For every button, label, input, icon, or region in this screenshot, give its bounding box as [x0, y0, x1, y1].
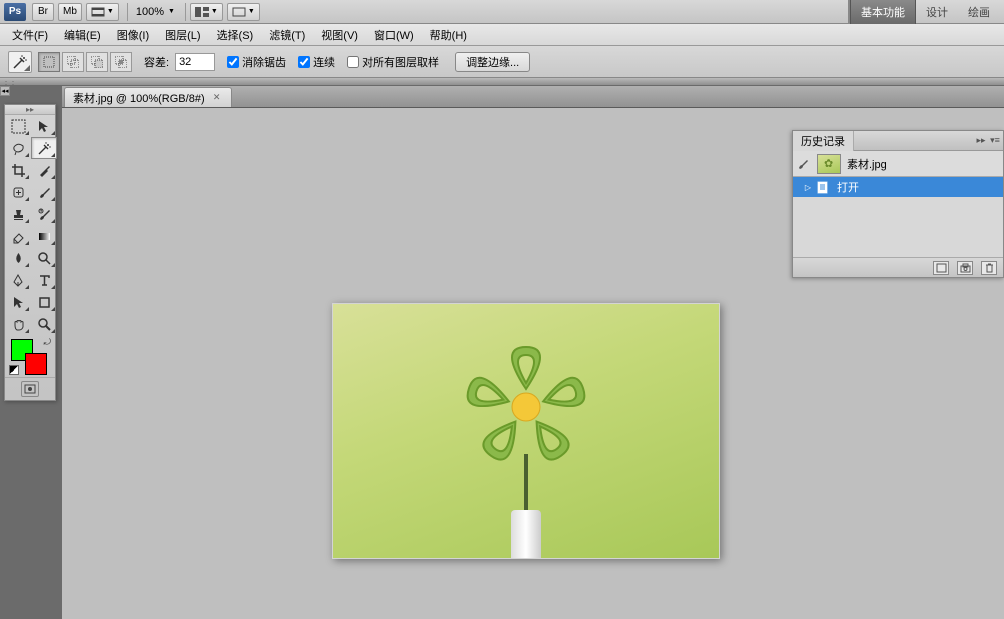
filmstrip-icon: [91, 7, 105, 17]
tool-path-select[interactable]: [5, 291, 31, 313]
background-color[interactable]: [25, 353, 47, 375]
bridge-button[interactable]: Br: [32, 3, 54, 21]
menu-file[interactable]: 文件(F): [4, 25, 56, 45]
tool-stamp[interactable]: [5, 203, 31, 225]
canvas[interactable]: [332, 303, 720, 559]
tool-history-brush[interactable]: [31, 203, 57, 225]
document-tab-title: 素材.jpg @ 100%(RGB/8#): [73, 90, 205, 106]
options-bar: 容差: 消除锯齿 连续 对所有图层取样 调整边缘...: [0, 46, 1004, 78]
ps-logo-icon: Ps: [4, 3, 26, 21]
arrange-documents-button[interactable]: ▼: [190, 3, 223, 21]
new-snapshot-icon[interactable]: [957, 261, 973, 275]
image-vase: [511, 510, 541, 559]
panel-menu-icon[interactable]: ▾≡: [989, 135, 1001, 146]
magic-wand-icon: [12, 54, 28, 70]
tool-hand[interactable]: [5, 313, 31, 335]
tool-marquee[interactable]: [5, 115, 31, 137]
main-area: ◂◂ ▸▸ ⤾: [0, 86, 1004, 619]
history-panel-footer: [793, 257, 1003, 277]
screen-mode-button[interactable]: ▼: [227, 3, 260, 21]
document-tab[interactable]: 素材.jpg @ 100%(RGB/8#) ✕: [64, 87, 232, 107]
menu-help[interactable]: 帮助(H): [422, 25, 475, 45]
history-state-open[interactable]: ▷ 打开: [793, 177, 1003, 197]
tool-shape[interactable]: [31, 291, 57, 313]
selection-new[interactable]: [38, 52, 60, 72]
tolerance-input[interactable]: [175, 53, 215, 71]
tool-eraser[interactable]: [5, 225, 31, 247]
history-panel: 历史记录 ▸▸ ▾≡ 素材.jpg ▷: [792, 130, 1004, 278]
menu-image[interactable]: 图像(I): [109, 25, 157, 45]
tool-eyedropper[interactable]: [31, 159, 57, 181]
panel-collapse-knob[interactable]: ◂◂: [0, 86, 10, 96]
tool-type[interactable]: [31, 269, 57, 291]
current-tool-preset[interactable]: [8, 51, 32, 73]
menu-window[interactable]: 窗口(W): [366, 25, 422, 45]
options-divider: ⋮⋮: [0, 78, 1004, 86]
menu-bar: 文件(F) 编辑(E) 图像(I) 图层(L) 选择(S) 滤镜(T) 视图(V…: [0, 24, 1004, 46]
tool-crop[interactable]: [5, 159, 31, 181]
zoom-level-dropdown[interactable]: 100%▼: [136, 6, 177, 18]
default-colors-icon[interactable]: [9, 365, 19, 375]
document-area: 素材.jpg @ 100%(RGB/8#) ✕: [62, 86, 1004, 619]
minibridge-button[interactable]: Mb: [58, 3, 82, 21]
workspace-paint[interactable]: 绘画: [958, 0, 1000, 24]
color-swatches: ⤾: [5, 335, 55, 377]
tool-brush[interactable]: [31, 181, 57, 203]
history-state-marker-icon: ▷: [797, 183, 811, 192]
menu-select[interactable]: 选择(S): [209, 25, 262, 45]
chevron-down-icon: ▼: [248, 8, 255, 15]
close-tab-icon[interactable]: ✕: [211, 92, 223, 104]
image-flower: [451, 332, 601, 482]
tools-panel: ▸▸ ⤾: [4, 104, 56, 401]
view-extras-button[interactable]: ▼: [86, 3, 119, 21]
tools-panel-handle[interactable]: ▸▸: [5, 105, 55, 115]
chevron-down-icon: ▼: [168, 8, 175, 15]
tool-lasso[interactable]: [5, 137, 31, 159]
snapshot-thumbnail: [817, 154, 841, 174]
panel-collapse-icon[interactable]: ▸▸: [975, 135, 987, 146]
tool-magic-wand[interactable]: [31, 137, 57, 159]
history-panel-tab[interactable]: 历史记录: [793, 131, 854, 151]
quick-mask-toggle[interactable]: [21, 381, 39, 397]
chevron-down-icon: ▼: [107, 8, 114, 15]
snapshot-name: 素材.jpg: [847, 156, 887, 172]
new-doc-from-state-icon[interactable]: [933, 261, 949, 275]
selection-add[interactable]: [62, 52, 84, 72]
tool-move[interactable]: [31, 115, 57, 137]
workspace-design[interactable]: 设计: [916, 0, 958, 24]
tool-healing[interactable]: [5, 181, 31, 203]
menu-layer[interactable]: 图层(L): [157, 25, 208, 45]
screen-icon: [232, 7, 246, 17]
canvas-background[interactable]: 历史记录 ▸▸ ▾≡ 素材.jpg ▷: [62, 108, 1004, 619]
history-state-label: 打开: [837, 179, 859, 195]
history-empty-area: [793, 197, 1003, 257]
history-snapshot-row[interactable]: 素材.jpg: [793, 151, 1003, 177]
history-source-icon[interactable]: [797, 157, 811, 171]
tool-zoom[interactable]: [31, 313, 57, 335]
application-bar: Ps Br Mb ▼ 100%▼ ▼ ▼ 基本功能 设计 绘画: [0, 0, 1004, 24]
tool-pen[interactable]: [5, 269, 31, 291]
selection-intersect[interactable]: [110, 52, 132, 72]
selection-mode-group: [38, 52, 132, 72]
selection-subtract[interactable]: [86, 52, 108, 72]
tool-blur[interactable]: [5, 247, 31, 269]
menu-edit[interactable]: 编辑(E): [56, 25, 109, 45]
tool-gradient[interactable]: [31, 225, 57, 247]
delete-state-icon[interactable]: [981, 261, 997, 275]
chevron-down-icon: ▼: [211, 8, 218, 15]
menu-filter[interactable]: 滤镜(T): [261, 25, 313, 45]
document-icon: [817, 181, 831, 194]
antialias-checkbox[interactable]: 消除锯齿: [227, 54, 286, 70]
grid-icon: [195, 7, 209, 17]
tool-dodge[interactable]: [31, 247, 57, 269]
menu-view[interactable]: 视图(V): [313, 25, 366, 45]
document-tab-bar: 素材.jpg @ 100%(RGB/8#) ✕: [62, 86, 1004, 108]
sample-all-layers-checkbox[interactable]: 对所有图层取样: [347, 54, 439, 70]
workspace-basic[interactable]: 基本功能: [850, 0, 916, 24]
contiguous-checkbox[interactable]: 连续: [298, 54, 335, 70]
tolerance-label: 容差:: [144, 54, 169, 70]
refine-edge-button[interactable]: 调整边缘...: [455, 52, 530, 72]
swap-colors-icon[interactable]: ⤾: [44, 337, 52, 348]
